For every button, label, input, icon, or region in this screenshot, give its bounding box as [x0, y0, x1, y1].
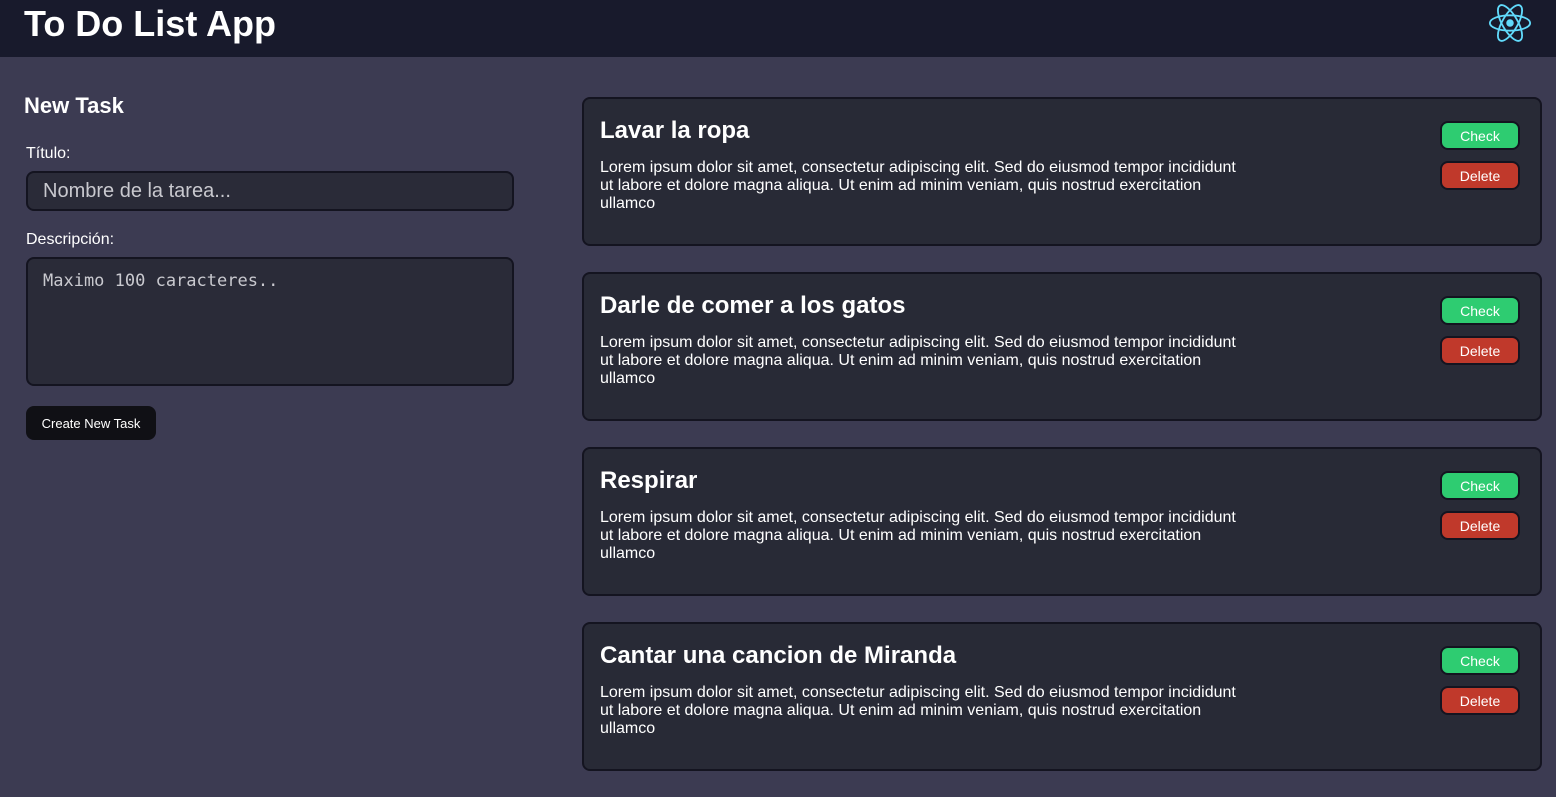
app-title: To Do List App [24, 3, 276, 44]
title-input[interactable] [26, 171, 514, 211]
app-header: To Do List App [0, 0, 1556, 57]
task-title: Darle de comer a los gatos [600, 292, 906, 319]
task-description: Lorem ipsum dolor sit amet, consectetur … [600, 159, 1236, 212]
task-card: Respirar Lorem ipsum dolor sit amet, con… [582, 447, 1542, 596]
new-task-heading: New Task [24, 93, 124, 118]
new-task-panel: New Task Título: Descripción: Create New… [0, 57, 560, 709]
description-input[interactable] [26, 257, 514, 386]
delete-button[interactable]: Delete [1440, 686, 1520, 715]
task-title: Lavar la ropa [600, 117, 750, 144]
check-button[interactable]: Check [1440, 471, 1520, 500]
create-task-button[interactable]: Create New Task [26, 406, 156, 440]
task-card: Lavar la ropa Lorem ipsum dolor sit amet… [582, 97, 1542, 246]
task-title: Cantar una cancion de Miranda [600, 642, 957, 669]
check-button[interactable]: Check [1440, 646, 1520, 675]
delete-button[interactable]: Delete [1440, 161, 1520, 190]
task-description: Lorem ipsum dolor sit amet, consectetur … [600, 509, 1236, 562]
check-button[interactable]: Check [1440, 296, 1520, 325]
title-label: Título: [26, 145, 71, 162]
task-card: Darle de comer a los gatos Lorem ipsum d… [582, 272, 1542, 421]
delete-button[interactable]: Delete [1440, 511, 1520, 540]
task-title: Respirar [600, 467, 698, 494]
task-description: Lorem ipsum dolor sit amet, consectetur … [600, 334, 1236, 387]
task-card: Cantar una cancion de Miranda Lorem ipsu… [582, 622, 1542, 771]
react-logo-icon [1488, 4, 1532, 42]
delete-button[interactable]: Delete [1440, 336, 1520, 365]
description-label: Descripción: [26, 231, 115, 248]
check-button[interactable]: Check [1440, 121, 1520, 150]
task-list: Lavar la ropa Lorem ipsum dolor sit amet… [582, 97, 1542, 797]
task-description: Lorem ipsum dolor sit amet, consectetur … [600, 684, 1236, 737]
